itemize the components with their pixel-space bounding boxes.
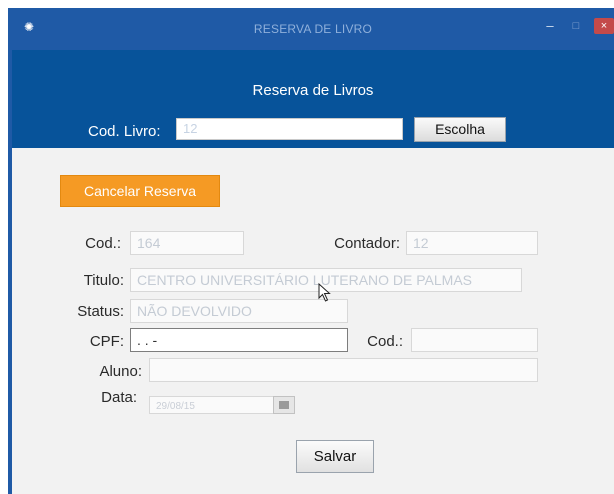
app-window: ✺ RESERVA DE LIVRO – □ × Reserva de Livr…: [8, 8, 614, 494]
cod-livro-input[interactable]: 12: [176, 118, 403, 140]
calendar-icon: [279, 401, 289, 409]
page-title: Reserva de Livros: [252, 82, 374, 99]
window-title: RESERVA DE LIVRO: [253, 22, 373, 36]
cod-field[interactable]: 164: [130, 231, 244, 255]
contador-field[interactable]: 12: [406, 231, 538, 255]
title-bar[interactable]: ✺ RESERVA DE LIVRO – □ ×: [12, 8, 614, 50]
close-button[interactable]: ×: [594, 18, 614, 34]
data-field[interactable]: 29/08/15: [149, 396, 275, 414]
status-field[interactable]: NÃO DEVOLVIDO: [130, 299, 348, 323]
cpf-input[interactable]: . . -: [130, 328, 348, 352]
escolha-button[interactable]: Escolha: [414, 117, 506, 142]
cod2-field[interactable]: [411, 328, 538, 352]
contador-label: Contador:: [334, 235, 400, 252]
minimize-button[interactable]: –: [542, 18, 558, 34]
cod-livro-label: Cod. Livro:: [88, 123, 161, 140]
salvar-button[interactable]: Salvar: [296, 440, 374, 473]
cod2-label: Cod.:: [367, 333, 403, 350]
status-label: Status:: [77, 303, 124, 320]
mouse-cursor-icon: [318, 283, 331, 302]
cancelar-reserva-button[interactable]: Cancelar Reserva: [60, 175, 220, 207]
header-panel: Reserva de Livros Cod. Livro: 12 Escolha: [12, 50, 614, 148]
data-label: Data:: [101, 389, 137, 406]
cod-label: Cod.:: [85, 235, 121, 252]
titulo-label: Titulo:: [83, 272, 124, 289]
maximize-button[interactable]: □: [568, 18, 584, 34]
cpf-label: CPF:: [89, 333, 124, 350]
aluno-field[interactable]: [149, 358, 538, 382]
aluno-label: Aluno:: [99, 363, 142, 380]
calendar-button[interactable]: [273, 396, 295, 414]
